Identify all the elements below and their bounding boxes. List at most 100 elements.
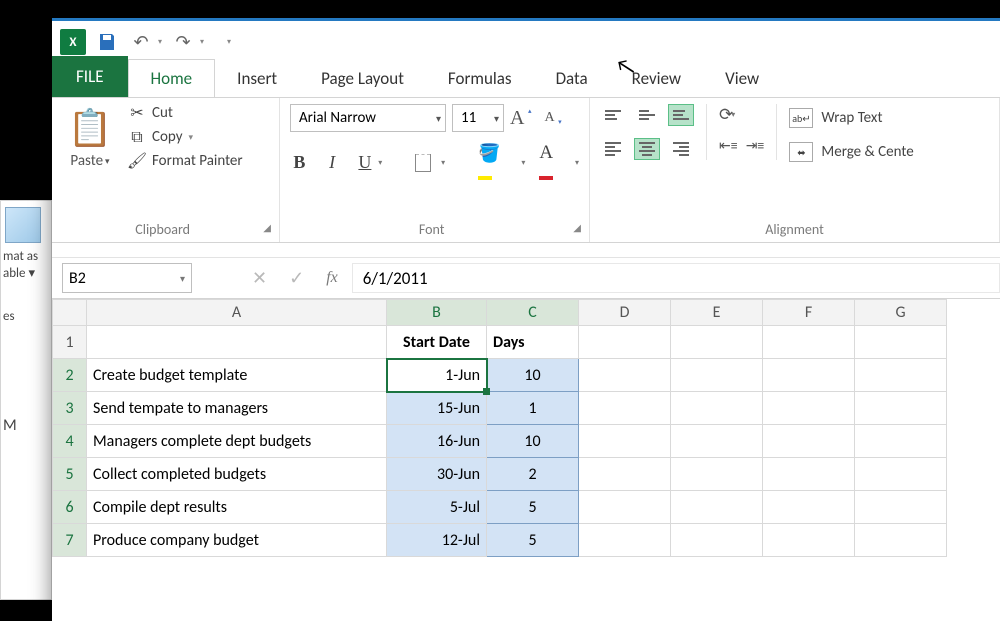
column-header-A[interactable]: A (87, 300, 387, 326)
row-header-4[interactable]: 4 (53, 425, 87, 458)
cell-B5[interactable]: 30-Jun (387, 458, 487, 491)
clipboard-launcher-icon[interactable]: ◢ (263, 221, 271, 234)
cell-G4[interactable] (855, 425, 947, 458)
save-icon[interactable] (94, 29, 120, 55)
cell-F4[interactable] (763, 425, 855, 458)
cell-D6[interactable] (579, 491, 671, 524)
cell-D4[interactable] (579, 425, 671, 458)
font-color-dropdown-icon[interactable]: ▾ (575, 158, 579, 168)
paste-button[interactable]: 📋 Paste▾ (62, 104, 118, 170)
worksheet-grid[interactable]: ABCDEFG1Start DateDays2Create budget tem… (52, 299, 1000, 621)
insert-function-button[interactable]: fx (326, 269, 338, 287)
tab-page-layout[interactable]: Page Layout (299, 60, 426, 97)
tab-file[interactable]: FILE (52, 56, 128, 97)
cell-E2[interactable] (671, 359, 763, 392)
italic-button[interactable]: I (323, 152, 342, 173)
cell-F7[interactable] (763, 524, 855, 557)
cell-C5[interactable]: 2 (487, 458, 579, 491)
cell-E5[interactable] (671, 458, 763, 491)
undo-icon[interactable]: ↶ (128, 29, 154, 55)
formula-input[interactable]: 6/1/2011 (352, 263, 1000, 293)
copy-dropdown-icon[interactable]: ▾ (189, 132, 194, 143)
cell-B7[interactable]: 12-Jul (387, 524, 487, 557)
paste-dropdown-icon[interactable]: ▾ (105, 156, 110, 167)
font-name-combo[interactable]: Arial Narrow▾ (290, 104, 446, 132)
column-header-D[interactable]: D (579, 300, 671, 326)
cut-button[interactable]: ✂Cut (128, 104, 243, 122)
cell-G2[interactable] (855, 359, 947, 392)
align-top-button[interactable] (600, 104, 626, 126)
cell-A1[interactable] (87, 326, 387, 359)
fill-color-button[interactable]: 🪣 (478, 142, 509, 183)
cell-C4[interactable]: 10 (487, 425, 579, 458)
cell-C7[interactable]: 5 (487, 524, 579, 557)
cell-B6[interactable]: 5-Jul (387, 491, 487, 524)
align-left-button[interactable] (600, 138, 626, 160)
tab-data[interactable]: Data (534, 60, 610, 97)
cell-E7[interactable] (671, 524, 763, 557)
column-header-B[interactable]: B (387, 300, 487, 326)
cell-A3[interactable]: Send tempate to managers (87, 392, 387, 425)
cell-D7[interactable] (579, 524, 671, 557)
cell-F3[interactable] (763, 392, 855, 425)
cell-B3[interactable]: 15-Jun (387, 392, 487, 425)
borders-button[interactable] (415, 154, 431, 172)
row-header-1[interactable]: 1 (53, 326, 87, 359)
cell-C2[interactable]: 10 (487, 359, 579, 392)
cell-F1[interactable] (763, 326, 855, 359)
cell-E6[interactable] (671, 491, 763, 524)
cell-G6[interactable] (855, 491, 947, 524)
shrink-font-button[interactable]: A (544, 110, 554, 126)
align-bottom-button[interactable] (668, 104, 694, 126)
name-box[interactable]: B2▾ (62, 263, 192, 293)
cell-E3[interactable] (671, 392, 763, 425)
cell-G1[interactable] (855, 326, 947, 359)
font-launcher-icon[interactable]: ◢ (573, 221, 581, 234)
cell-G5[interactable] (855, 458, 947, 491)
column-header-E[interactable]: E (671, 300, 763, 326)
row-header-7[interactable]: 7 (53, 524, 87, 557)
redo-dropdown-icon[interactable]: ▾ (200, 37, 204, 47)
merge-center-button[interactable]: ⬌ Merge & Cente (789, 142, 913, 162)
column-header-G[interactable]: G (855, 300, 947, 326)
cell-G3[interactable] (855, 392, 947, 425)
cell-D1[interactable] (579, 326, 671, 359)
underline-dropdown-icon[interactable]: ▾ (378, 158, 382, 168)
cancel-formula-button[interactable]: ✕ (252, 267, 267, 289)
cell-C1[interactable]: Days (487, 326, 579, 359)
excel-logo-icon[interactable]: X (60, 29, 86, 55)
row-header-5[interactable]: 5 (53, 458, 87, 491)
tab-home[interactable]: Home (128, 59, 216, 98)
cell-F5[interactable] (763, 458, 855, 491)
cell-C3[interactable]: 1 (487, 392, 579, 425)
align-middle-button[interactable] (634, 104, 660, 126)
cell-A4[interactable]: Managers complete dept budgets (87, 425, 387, 458)
column-header-C[interactable]: C (487, 300, 579, 326)
cell-E4[interactable] (671, 425, 763, 458)
chevron-down-icon[interactable]: ▾ (430, 112, 441, 125)
orientation-dropdown-icon[interactable]: ▾ (731, 110, 735, 120)
enter-formula-button[interactable]: ✓ (289, 267, 304, 289)
chevron-down-icon[interactable]: ▾ (180, 272, 185, 285)
row-header-3[interactable]: 3 (53, 392, 87, 425)
cell-B1[interactable]: Start Date (387, 326, 487, 359)
copy-button[interactable]: ⧉Copy ▾ (128, 128, 243, 146)
cell-A2[interactable]: Create budget template (87, 359, 387, 392)
cell-A7[interactable]: Produce company budget (87, 524, 387, 557)
cell-D2[interactable] (579, 359, 671, 392)
fill-color-dropdown-icon[interactable]: ▾ (521, 158, 525, 168)
row-header-2[interactable]: 2 (53, 359, 87, 392)
wrap-text-button[interactable]: ab↵ Wrap Text (789, 108, 913, 128)
tab-review[interactable]: Review (610, 60, 703, 97)
decrease-indent-button[interactable]: ⇤≡ (719, 137, 738, 154)
font-size-combo[interactable]: 11▾ (452, 104, 504, 132)
cell-D3[interactable] (579, 392, 671, 425)
borders-dropdown-icon[interactable]: ▾ (441, 158, 445, 168)
cell-A6[interactable]: Compile dept results (87, 491, 387, 524)
redo-icon[interactable]: ↷ (170, 29, 196, 55)
underline-button[interactable]: U (356, 152, 375, 173)
cell-B4[interactable]: 16-Jun (387, 425, 487, 458)
cell-D5[interactable] (579, 458, 671, 491)
row-header-6[interactable]: 6 (53, 491, 87, 524)
cell-A5[interactable]: Collect completed budgets (87, 458, 387, 491)
